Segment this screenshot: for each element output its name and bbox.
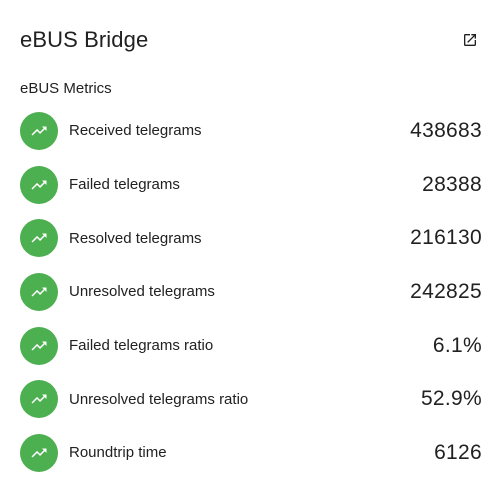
metric-label: Resolved telegrams [69,229,202,247]
metric-label: Unresolved telegrams ratio [69,390,249,408]
metric-value: 28388 [422,172,482,196]
metric-value: 6.1% [432,333,482,357]
metric-label: Received telegrams [69,122,202,140]
metric-value: 242825 [410,279,482,303]
metric-badge [20,272,58,311]
trending-up-icon [31,448,47,458]
metric-row-received-telegrams[interactable]: Received telegrams 438683 [20,104,482,158]
card-header: eBUS Bridge [20,26,482,56]
metric-row-unresolved-telegrams-ratio[interactable]: Unresolved telegrams ratio 52.9% [20,372,482,426]
metric-row-roundtrip-time[interactable]: Roundtrip time 6126 [20,426,482,480]
section-title: eBUS Metrics [20,80,112,97]
metric-row-failed-telegrams-ratio[interactable]: Failed telegrams ratio 6.1% [20,319,482,373]
metric-badge [20,326,58,365]
metric-value: 216130 [410,226,482,250]
metric-label: Unresolved telegrams [69,283,215,301]
metric-value: 52.9% [420,387,482,411]
ebus-bridge-card: eBUS Bridge eBUS Metrics Received telegr… [0,0,502,499]
card-title: eBUS Bridge [20,27,149,52]
metric-badge [20,165,58,204]
metric-row-unresolved-telegrams[interactable]: Unresolved telegrams 242825 [20,265,482,319]
metric-badge [20,219,58,258]
metric-value: 438683 [410,118,482,142]
trending-up-icon [31,394,47,404]
metric-badge [20,380,58,419]
metric-label: Failed telegrams ratio [69,337,214,355]
trending-up-icon [31,180,47,190]
metric-label: Failed telegrams [69,176,180,194]
open-in-new-button[interactable] [460,30,480,50]
metric-row-resolved-telegrams[interactable]: Resolved telegrams 216130 [20,211,482,265]
trending-up-icon [31,126,47,136]
metric-row-failed-telegrams[interactable]: Failed telegrams 28388 [20,158,482,212]
metric-label: Roundtrip time [69,444,167,462]
trending-up-icon [31,233,47,243]
trending-up-icon [31,341,47,351]
metric-value: 6126 [434,440,482,464]
metrics-list: Received telegrams 438683 Failed telegra… [20,104,482,480]
metric-badge [20,433,58,472]
metric-badge [20,111,58,150]
open-in-new-icon [464,34,476,46]
trending-up-icon [31,287,47,297]
